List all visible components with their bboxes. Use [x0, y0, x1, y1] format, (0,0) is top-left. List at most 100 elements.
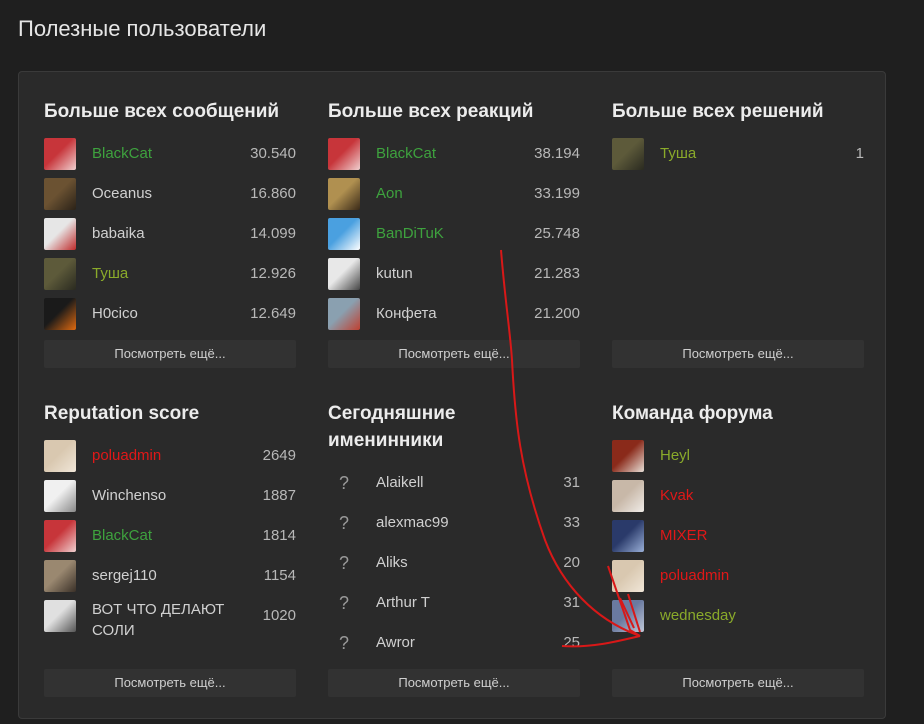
avatar[interactable]	[328, 258, 360, 290]
avatar[interactable]	[44, 560, 76, 592]
user-value: 33	[563, 514, 580, 531]
user-row[interactable]: Heyl	[612, 436, 864, 476]
show-more-button[interactable]: Посмотреть ещё...	[328, 669, 580, 697]
avatar[interactable]	[44, 600, 76, 632]
user-row[interactable]: H0cico 12.649	[44, 294, 296, 334]
avatar[interactable]	[44, 520, 76, 552]
username-link[interactable]: MIXER	[660, 527, 708, 544]
avatar[interactable]	[44, 138, 76, 170]
username-link[interactable]: Туша	[92, 265, 128, 282]
block-title: Команда форума	[612, 403, 773, 424]
show-more-button[interactable]: Посмотреть ещё...	[44, 669, 296, 697]
user-row[interactable]: Aon 33.199	[328, 174, 580, 214]
avatar[interactable]	[612, 138, 644, 170]
avatar[interactable]	[328, 138, 360, 170]
show-more-button[interactable]: Посмотреть ещё...	[612, 340, 864, 368]
useful-users-panel: Больше всех сообщений BlackCat 30.540 Ocean…	[18, 71, 886, 719]
show-more-button[interactable]: Посмотреть ещё...	[328, 340, 580, 368]
username-link[interactable]: babaika	[92, 225, 145, 242]
stat-block: Больше всех реакций BlackCat 38.194 Aon 33.1…	[328, 98, 580, 368]
user-row[interactable]: Oceanus 16.860	[44, 174, 296, 214]
user-row[interactable]: Конфета 21.200	[328, 294, 580, 334]
user-row[interactable]: ? Alaikell 31	[328, 463, 580, 503]
avatar[interactable]	[44, 298, 76, 330]
username-link[interactable]: Туша	[660, 145, 696, 162]
username-link[interactable]: H0cico	[92, 305, 138, 322]
avatar[interactable]	[44, 258, 76, 290]
avatar[interactable]	[612, 560, 644, 592]
user-value: 1020	[262, 607, 296, 624]
show-more-button[interactable]: Посмотреть ещё...	[612, 669, 864, 697]
username-link[interactable]: BlackCat	[92, 145, 152, 162]
user-row[interactable]: babaika 14.099	[44, 214, 296, 254]
avatar[interactable]	[328, 298, 360, 330]
user-row[interactable]: BlackCat 38.194	[328, 134, 580, 174]
avatar[interactable]	[44, 218, 76, 250]
avatar[interactable]	[44, 440, 76, 472]
user-value: 21.283	[534, 265, 580, 282]
username-link[interactable]: BanDiTuK	[376, 225, 444, 242]
user-value: 31	[563, 594, 580, 611]
username-link[interactable]: ВОТ ЧТО ДЕЛАЮТ СОЛИ	[92, 599, 232, 641]
username-link[interactable]: Winchenso	[92, 487, 166, 504]
username-link[interactable]: alexmac99	[376, 514, 449, 531]
username-link[interactable]: Конфета	[376, 305, 437, 322]
user-value: 1	[855, 145, 864, 162]
user-value: 30.540	[250, 145, 296, 162]
username-link[interactable]: Oceanus	[92, 185, 152, 202]
user-value: 16.860	[250, 185, 296, 202]
username-link[interactable]: Arthur T	[376, 594, 430, 611]
username-link[interactable]: kutun	[376, 265, 413, 282]
username-link[interactable]: Alaikell	[376, 474, 424, 491]
user-row[interactable]: sergej110 1154	[44, 556, 296, 596]
user-row[interactable]: wednesday	[612, 596, 864, 636]
user-row[interactable]: BlackCat 1814	[44, 516, 296, 556]
avatar[interactable]	[44, 480, 76, 512]
show-more-button[interactable]: Посмотреть ещё...	[44, 340, 296, 368]
user-row[interactable]: ? alexmac99 33	[328, 503, 580, 543]
user-value: 12.926	[250, 265, 296, 282]
user-row[interactable]: ВОТ ЧТО ДЕЛАЮТ СОЛИ 1020	[44, 596, 296, 639]
username-link[interactable]: Aliks	[376, 554, 408, 571]
user-row[interactable]: BanDiTuK 25.748	[328, 214, 580, 254]
user-row[interactable]: ? Aliks 20	[328, 543, 580, 583]
user-row[interactable]: kutun 21.283	[328, 254, 580, 294]
user-value: 1154	[263, 567, 296, 584]
user-row[interactable]: poluadmin	[612, 556, 864, 596]
user-row[interactable]: Kvak	[612, 476, 864, 516]
user-list: BlackCat 38.194 Aon 33.199 BanDiTuK 25.748 kut…	[328, 134, 580, 334]
user-row[interactable]: MIXER	[612, 516, 864, 556]
user-row[interactable]: poluadmin 2649	[44, 436, 296, 476]
username-link[interactable]: Kvak	[660, 487, 693, 504]
avatar[interactable]	[612, 600, 644, 632]
username-link[interactable]: Heyl	[660, 447, 690, 464]
avatar[interactable]	[612, 440, 644, 472]
username-link[interactable]: poluadmin	[92, 447, 161, 464]
unknown-avatar-icon: ?	[338, 593, 349, 613]
user-row[interactable]: ? Awror 25	[328, 623, 580, 663]
username-link[interactable]: BlackCat	[92, 527, 152, 544]
avatar[interactable]	[612, 480, 644, 512]
user-list: ? Alaikell 31? alexmac99 33 ? Aliks 20? Arthur T…	[328, 463, 580, 663]
user-value: 25	[563, 634, 580, 651]
avatar[interactable]	[328, 178, 360, 210]
username-link[interactable]: wednesday	[660, 607, 736, 624]
username-link[interactable]: BlackCat	[376, 145, 436, 162]
user-row[interactable]: Winchenso 1887	[44, 476, 296, 516]
user-row[interactable]: Туша 1	[612, 134, 864, 174]
username-link[interactable]: Aon	[376, 185, 403, 202]
username-link[interactable]: Awror	[376, 634, 415, 651]
user-row[interactable]: ? Arthur T 31	[328, 583, 580, 623]
username-link[interactable]: sergej110	[92, 567, 157, 584]
username-link[interactable]: poluadmin	[660, 567, 729, 584]
stat-block: Сегодняшние именинники? Alaikell 31? alexma…	[328, 400, 580, 697]
page-title: Полезные пользователи	[18, 16, 267, 41]
avatar[interactable]	[612, 520, 644, 552]
user-value: 14.099	[250, 225, 296, 242]
avatar[interactable]	[328, 218, 360, 250]
user-row[interactable]: Туша 12.926	[44, 254, 296, 294]
user-value: 1887	[262, 487, 296, 504]
user-list: poluadmin 2649 Winchenso 1887 BlackCat 1814 se…	[44, 436, 296, 639]
user-row[interactable]: BlackCat 30.540	[44, 134, 296, 174]
avatar[interactable]	[44, 178, 76, 210]
